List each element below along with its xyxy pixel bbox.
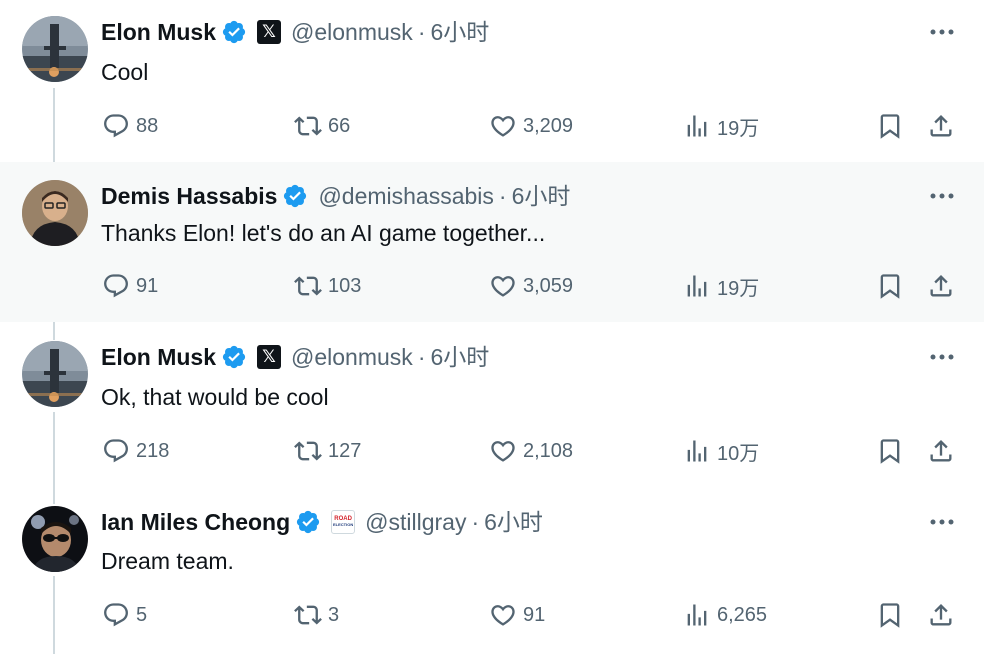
views-count: 19万 (717, 277, 760, 300)
avatar[interactable] (22, 506, 88, 572)
views-count: 19万 (717, 117, 760, 140)
repost-icon (293, 271, 323, 301)
reply-count: 88 (136, 114, 159, 137)
like-count: 91 (523, 603, 546, 626)
views-chart-icon (682, 271, 712, 301)
reply-icon (101, 600, 131, 630)
views-chart-icon (682, 111, 712, 141)
road-election-badge-icon[interactable]: ROAD ELECTION (331, 510, 356, 534)
timestamp[interactable]: 6小时 (484, 506, 543, 538)
more-options-icon[interactable] (927, 181, 957, 211)
bookmark-icon[interactable] (875, 436, 905, 466)
like-button[interactable]: 3,059 (488, 271, 573, 301)
like-count: 3,209 (523, 114, 574, 137)
reply-count: 218 (136, 439, 170, 462)
like-button[interactable]: 2,108 (488, 436, 573, 466)
avatar[interactable] (22, 180, 88, 246)
reply-button[interactable]: 5 (101, 600, 147, 630)
x-logo-badge-icon[interactable]: 𝕏 (257, 345, 282, 369)
share-icon[interactable] (926, 271, 956, 301)
tweet[interactable]: Elon Musk 𝕏 @elonmusk · 6小时 Ok, that wou… (0, 322, 984, 486)
reply-icon (101, 271, 131, 301)
bookmark-icon[interactable] (875, 271, 905, 301)
repost-count: 66 (328, 114, 351, 137)
author-handle[interactable]: @stillgray (365, 506, 466, 538)
heart-icon (488, 600, 518, 630)
reply-button[interactable]: 91 (101, 271, 158, 301)
verified-badge-icon[interactable] (221, 19, 247, 45)
repost-icon (293, 111, 323, 141)
bookmark-icon[interactable] (875, 111, 905, 141)
reply-icon (101, 111, 131, 141)
views-chart-icon (682, 600, 712, 630)
heart-icon (488, 271, 518, 301)
repost-count: 127 (328, 439, 362, 462)
author-name[interactable]: Elon Musk (101, 341, 216, 373)
views-chart-icon (682, 436, 712, 466)
author-name[interactable]: Ian Miles Cheong (101, 506, 290, 538)
repost-button[interactable]: 103 (293, 271, 361, 301)
author-handle[interactable]: @elonmusk (291, 341, 413, 373)
author-name[interactable]: Elon Musk (101, 16, 216, 48)
share-icon[interactable] (926, 600, 956, 630)
timestamp[interactable]: 6小时 (430, 16, 489, 48)
views-button[interactable]: 6,265 (682, 600, 767, 630)
avatar[interactable] (22, 16, 88, 82)
author-handle[interactable]: @elonmusk (291, 16, 413, 48)
share-icon[interactable] (926, 436, 956, 466)
heart-icon (488, 436, 518, 466)
bookmark-icon[interactable] (875, 600, 905, 630)
heart-icon (488, 111, 518, 141)
views-button[interactable]: 10万 (682, 436, 759, 466)
views-button[interactable]: 19万 (682, 111, 759, 141)
verified-badge-icon[interactable] (221, 344, 247, 370)
tweet-text: Thanks Elon! let's do an AI game togethe… (101, 220, 546, 246)
reply-count: 5 (136, 603, 148, 626)
repost-button[interactable]: 127 (293, 436, 361, 466)
share-icon[interactable] (926, 111, 956, 141)
separator: · (417, 344, 426, 370)
repost-button[interactable]: 3 (293, 600, 339, 630)
like-count: 2,108 (523, 439, 574, 462)
verified-badge-icon[interactable] (295, 509, 321, 535)
author-name[interactable]: Demis Hassabis (101, 180, 277, 212)
views-count: 6,265 (717, 603, 768, 626)
tweet-text: Dream team. (101, 548, 234, 574)
timestamp[interactable]: 6小时 (430, 341, 489, 373)
author-handle[interactable]: @demishassabis (318, 180, 493, 212)
like-count: 3,059 (523, 274, 574, 297)
tweet-text: Cool (101, 59, 149, 85)
tweet-text: Ok, that would be cool (101, 384, 329, 410)
views-button[interactable]: 19万 (682, 271, 759, 301)
avatar[interactable] (22, 341, 88, 407)
repost-icon (293, 436, 323, 466)
reply-button[interactable]: 218 (101, 436, 169, 466)
more-options-icon[interactable] (927, 17, 957, 47)
repost-button[interactable]: 66 (293, 111, 350, 141)
reply-icon (101, 436, 131, 466)
repost-count: 103 (328, 274, 362, 297)
badge-text-bottom: ELECTION (333, 522, 354, 527)
more-options-icon[interactable] (927, 342, 957, 372)
tweet[interactable]: Ian Miles Cheong ROAD ELECTION @stillgra… (0, 486, 984, 654)
separator: · (417, 19, 426, 45)
repost-count: 3 (328, 603, 340, 626)
reply-count: 91 (136, 274, 159, 297)
reply-button[interactable]: 88 (101, 111, 158, 141)
verified-badge-icon[interactable] (282, 183, 308, 209)
separator: · (498, 183, 507, 209)
timestamp[interactable]: 6小时 (512, 180, 571, 212)
views-count: 10万 (717, 442, 760, 465)
like-button[interactable]: 3,209 (488, 111, 573, 141)
repost-icon (293, 600, 323, 630)
tweet[interactable]: Elon Musk 𝕏 @elonmusk · 6小时 Cool 88 66 3… (0, 0, 984, 162)
separator: · (471, 509, 480, 535)
tweet[interactable]: Demis Hassabis @demishassabis · 6小时 Than… (0, 162, 984, 322)
like-button[interactable]: 91 (488, 600, 545, 630)
more-options-icon[interactable] (927, 507, 957, 537)
x-logo-badge-icon[interactable]: 𝕏 (257, 20, 282, 44)
